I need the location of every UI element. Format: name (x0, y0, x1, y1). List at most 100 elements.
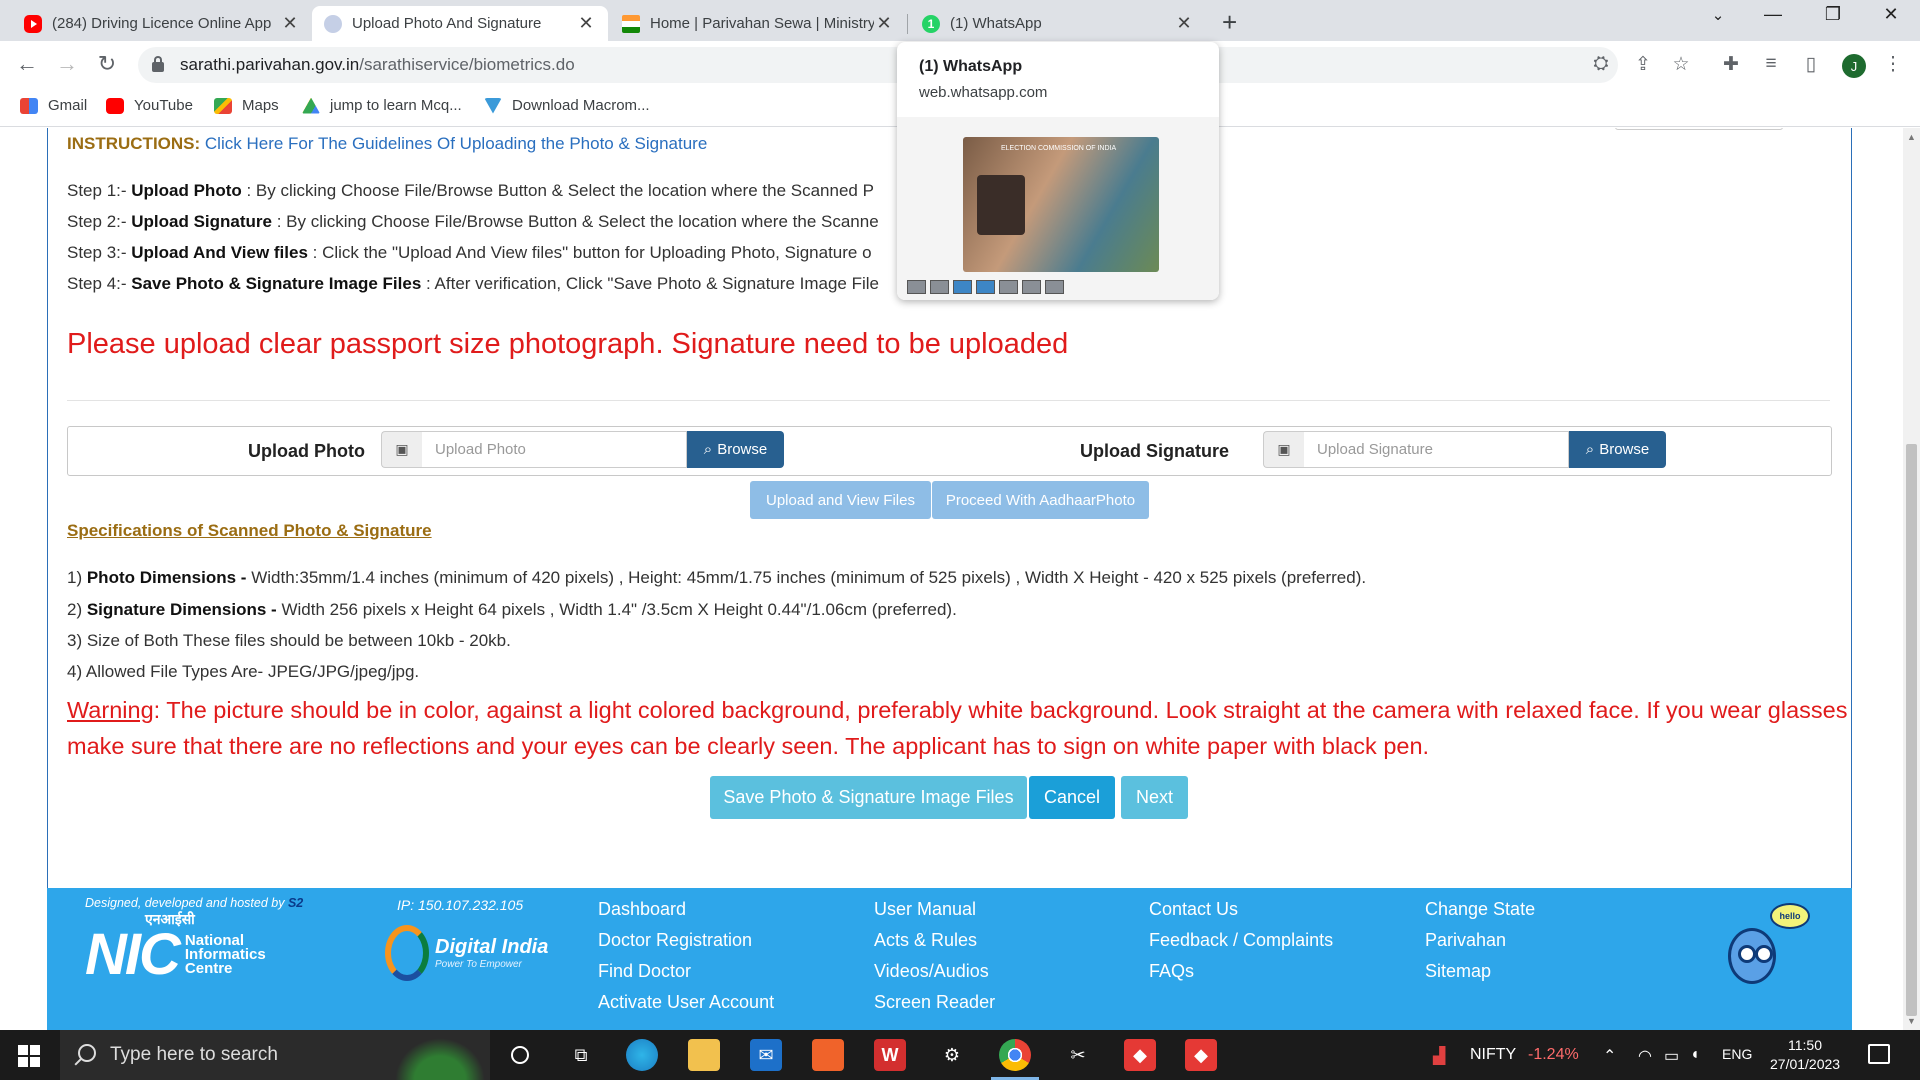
edge-icon[interactable] (626, 1039, 658, 1071)
settings-gear-icon[interactable]: ⚙ (936, 1039, 968, 1071)
image-icon: ▣ (1263, 431, 1304, 468)
chevron-up-icon[interactable]: ⌃ (1603, 1046, 1616, 1066)
battery-icon[interactable]: ▭ (1664, 1046, 1679, 1066)
translate-icon[interactable]: ⛭ (1588, 53, 1614, 75)
footer-link-acts-rules[interactable]: Acts & Rules (874, 930, 977, 951)
reload-icon[interactable]: ↻ (92, 51, 122, 77)
bookmark-youtube[interactable]: YouTube (106, 97, 193, 114)
notification-icon[interactable] (1868, 1044, 1890, 1064)
star-icon[interactable]: ☆ (1668, 53, 1694, 76)
cortana-icon[interactable] (504, 1039, 536, 1071)
nifty-label[interactable]: NIFTY (1470, 1046, 1516, 1064)
menu-icon[interactable]: ⋮ (1880, 53, 1906, 76)
step-prefix: Step 1:- (67, 181, 132, 200)
wps-icon[interactable]: W (874, 1039, 906, 1071)
footer-link-feedback[interactable]: Feedback / Complaints (1149, 930, 1333, 951)
proceed-aadhaar-button[interactable]: Proceed With AadhaarPhoto (932, 481, 1149, 519)
close-window-icon[interactable]: ✕ (1876, 4, 1906, 25)
close-icon[interactable]: ✕ (576, 13, 596, 34)
footer-link-contact[interactable]: Contact Us (1149, 899, 1238, 920)
footer-link-change-state[interactable]: Change State (1425, 899, 1535, 920)
language-indicator[interactable]: ENG (1722, 1046, 1752, 1062)
task-view-icon[interactable]: ⧉ (565, 1039, 597, 1071)
youtube-icon (106, 97, 124, 114)
anydesk-icon[interactable]: ◆ (1124, 1039, 1156, 1071)
system-clock[interactable]: 11:50 27/01/2023 (1770, 1036, 1840, 1074)
close-icon[interactable]: ✕ (280, 13, 300, 34)
save-photo-signature-button[interactable]: Save Photo & Signature Image Files (710, 776, 1027, 819)
footer-link-sitemap[interactable]: Sitemap (1425, 961, 1491, 982)
footer-link-parivahan[interactable]: Parivahan (1425, 930, 1506, 951)
cancel-button[interactable]: Cancel (1029, 776, 1115, 819)
upload-and-view-button[interactable]: Upload and View Files (750, 481, 931, 519)
page-scrollbar[interactable]: ▲ ▼ (1903, 128, 1920, 1030)
activate-windows-title: Activate Windows (1552, 795, 1742, 822)
download-icon (484, 97, 502, 114)
network-icon[interactable]: ◠ (1638, 1046, 1652, 1066)
nic-logo[interactable]: एनआईसी NIC National Informatics Centre (85, 911, 266, 987)
footer-link-videos[interactable]: Videos/Audios (874, 961, 989, 982)
tab-upload-photo[interactable]: Upload Photo And Signature ✕ (312, 6, 608, 41)
youtube-icon (24, 14, 42, 33)
reading-list-icon[interactable]: ≡ (1758, 53, 1784, 75)
file-explorer-icon[interactable] (688, 1039, 720, 1071)
tab-whatsapp[interactable]: 1 (1) WhatsApp ✕ (910, 6, 1206, 41)
share-icon[interactable]: ⇪ (1630, 53, 1656, 76)
footer-link-screen-reader[interactable]: Screen Reader (874, 992, 995, 1013)
footer-link-find-doctor[interactable]: Find Doctor (598, 961, 691, 982)
bookmark-label: Maps (242, 97, 279, 114)
credit-brand: S2 (287, 896, 304, 910)
bookmark-maps[interactable]: Maps (214, 97, 279, 114)
minimize-icon[interactable]: — (1758, 4, 1788, 25)
id-card-image: ELECTION COMMISSION OF INDIA (963, 137, 1159, 272)
avatar[interactable]: J (1842, 54, 1866, 78)
mail-icon[interactable]: ✉ (750, 1039, 782, 1071)
bookmark-gmail[interactable]: Gmail (20, 97, 87, 114)
new-tab-button[interactable]: + (1222, 7, 1237, 38)
footer-link-faqs[interactable]: FAQs (1149, 961, 1194, 982)
close-icon[interactable]: ✕ (874, 13, 894, 34)
scroll-down-icon[interactable]: ▼ (1903, 1016, 1920, 1026)
footer-link-activate-user[interactable]: Activate User Account (598, 992, 774, 1013)
nifty-change[interactable]: -1.24% (1528, 1046, 1579, 1064)
tab-divider (907, 14, 908, 34)
mascot-bubble: hello (1770, 903, 1810, 929)
back-arrow-icon[interactable]: ← (12, 51, 42, 77)
restore-icon[interactable]: ❐ (1818, 4, 1848, 25)
volume-icon[interactable]: ◖ (1690, 1046, 1700, 1064)
windows-start-icon[interactable] (18, 1045, 40, 1067)
upload-photo-input[interactable]: Upload Photo (422, 431, 687, 468)
bookmark-mcq[interactable]: jump to learn Mcq... (302, 97, 462, 114)
close-icon[interactable]: ✕ (1174, 13, 1194, 34)
footer-link-doctor-registration[interactable]: Doctor Registration (598, 930, 752, 951)
forward-arrow-icon[interactable]: → (52, 51, 82, 77)
next-button[interactable]: Next (1121, 776, 1188, 819)
stocks-icon[interactable]: ▟ (1433, 1046, 1445, 1066)
tab-driving-licence[interactable]: (284) Driving Licence Online App ✕ (12, 6, 312, 41)
anydesk-icon-2[interactable]: ◆ (1185, 1039, 1217, 1071)
snip-icon[interactable]: ✂ (1062, 1039, 1094, 1071)
digital-india-logo[interactable]: Digital India Power To Empower (385, 925, 548, 981)
step-prefix: Step 3:- (67, 243, 132, 262)
bookmark-download[interactable]: Download Macrom... (484, 97, 650, 114)
chevron-down-icon[interactable]: ⌄ (1703, 6, 1733, 24)
nic-mark: NIC (85, 922, 181, 987)
browse-signature-button[interactable]: ⌕ Browse (1569, 431, 1666, 468)
tab-parivahan-home[interactable]: Home | Parivahan Sewa | Ministry ✕ (610, 6, 906, 41)
chrome-icon[interactable] (999, 1039, 1031, 1071)
scroll-up-icon[interactable]: ▲ (1903, 132, 1920, 142)
mascot-icon[interactable] (1728, 928, 1776, 984)
scroll-thumb[interactable] (1906, 444, 1917, 1016)
footer-link-dashboard[interactable]: Dashboard (598, 899, 686, 920)
extensions-icon[interactable]: ✚ (1718, 53, 1744, 76)
footer-link-user-manual[interactable]: User Manual (874, 899, 976, 920)
address-bar[interactable]: sarathi.parivahan.gov.in /sarathiservice… (138, 47, 1618, 83)
spec-signature: 2) Signature Dimensions - Width 256 pixe… (67, 600, 957, 620)
office-icon[interactable] (812, 1039, 844, 1071)
side-panel-icon[interactable]: ▯ (1798, 53, 1824, 76)
guidelines-link[interactable]: Click Here For The Guidelines Of Uploadi… (205, 134, 707, 153)
bookmark-label: YouTube (134, 97, 193, 114)
browse-photo-button[interactable]: ⌕ Browse (687, 431, 784, 468)
instructions: INSTRUCTIONS: Click Here For The Guideli… (67, 134, 707, 154)
upload-signature-input[interactable]: Upload Signature (1304, 431, 1569, 468)
